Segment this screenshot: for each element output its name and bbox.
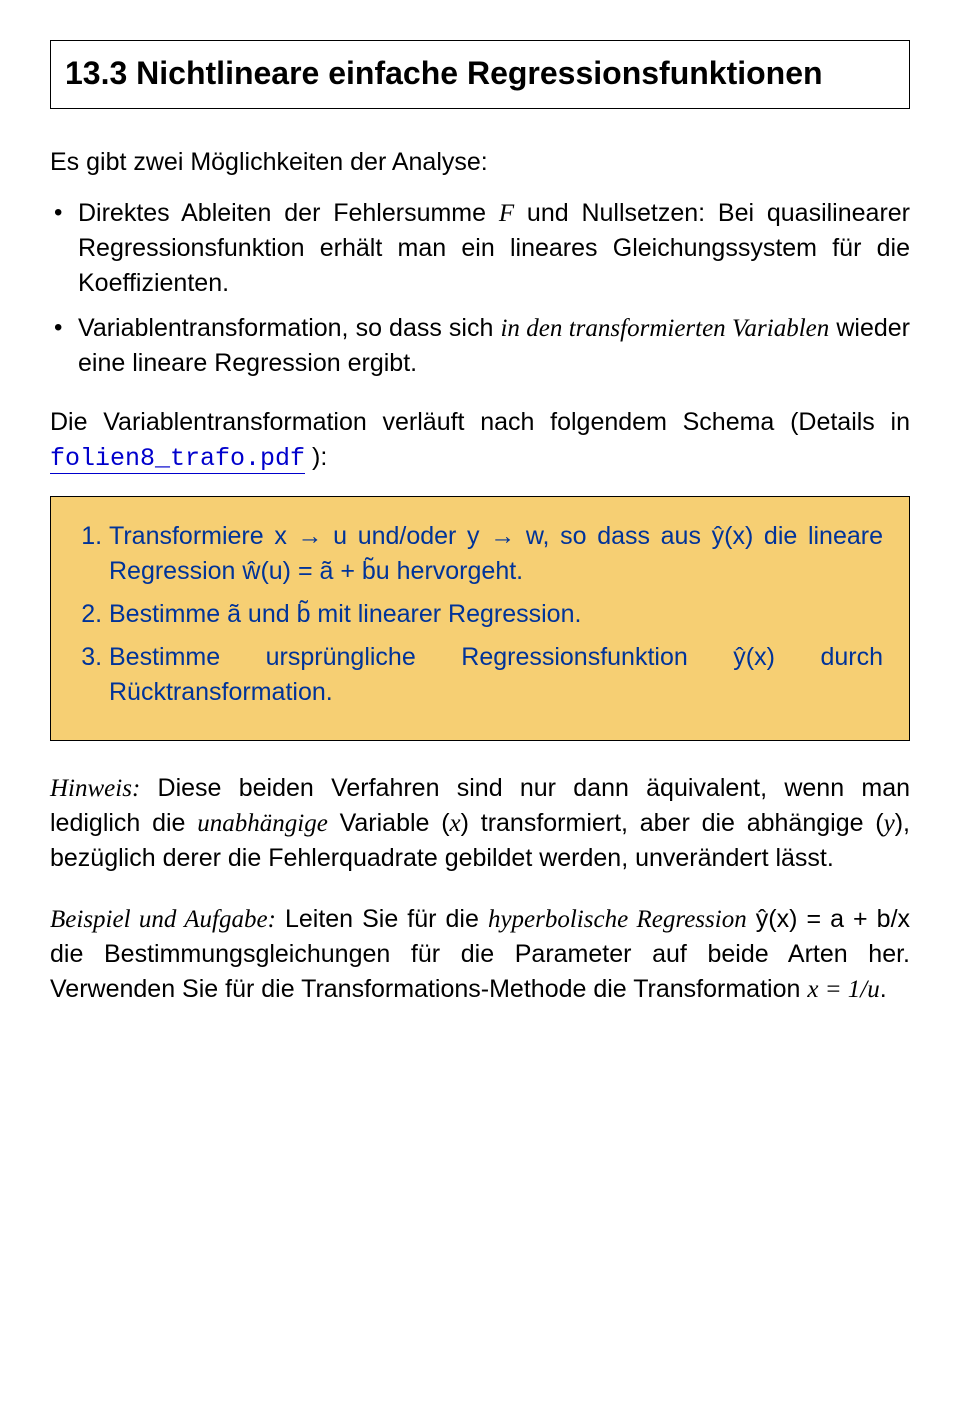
beispiel-a: Leiten Sie für die [276,905,488,933]
step-3: Bestimme ursprüngliche Regressionsfunkti… [109,640,883,710]
bullet2-text-a: Variablentransformation, so dass sich [78,314,500,342]
beispiel-paragraph: Beispiel und Aufgabe: Leiten Sie für die… [50,902,910,1007]
step-2: Bestimme ã und b̃ mit linearer Regressio… [109,597,883,632]
beispiel-math: x = 1/u [807,976,879,1003]
step-2-text: Bestimme ã und b̃ mit linearer Regressio… [109,600,581,628]
hinweis-c: ) transformiert, aber die abhängige ( [461,809,884,837]
hinweis-label: Hinweis: [50,775,140,802]
schema-intro-a: Die Variablentransformation verläuft nac… [50,408,910,436]
section-title: 13.3 Nichtlineare einfache Regressionsfu… [65,51,895,96]
bullet-direct-derivation: Direktes Ableiten der Fehlersumme F und … [50,196,910,301]
bullet-variable-transformation: Variablentransformation, so dass sich in… [50,311,910,381]
hinweis-y: y [884,810,895,837]
step-1-text: Transformiere x → u und/oder y → w, so d… [109,522,883,585]
beispiel-c: . [880,975,887,1003]
step-3-text: Bestimme ursprüngliche Regressionsfunkti… [109,643,883,706]
analysis-methods-list: Direktes Ableiten der Fehlersumme F und … [50,196,910,381]
hinweis-x: x [450,810,461,837]
pdf-link[interactable]: folien8_trafo.pdf [50,444,305,474]
beispiel-label: Beispiel und Aufgabe: [50,906,276,933]
section-title-box: 13.3 Nichtlineare einfache Regressionsfu… [50,40,910,109]
beispiel-ital: hyperbolische Regression [488,906,747,933]
hinweis-ital1: unabhängige [197,810,328,837]
hinweis-paragraph: Hinweis: Diese beiden Verfahren sind nur… [50,771,910,876]
schema-intro-b: ): [305,443,327,471]
hinweis-b: Variable ( [328,809,450,837]
step-1: Transformiere x → u und/oder y → w, so d… [109,519,883,589]
schema-intro: Die Variablentransformation verläuft nac… [50,405,910,476]
intro-text: Es gibt zwei Möglichkeiten der Analyse: [50,145,910,180]
transformation-steps-box: Transformiere x → u und/oder y → w, so d… [50,496,910,741]
bullet1-text-a: Direktes Ableiten der Fehlersumme [78,199,499,227]
steps-list: Transformiere x → u und/oder y → w, so d… [77,519,883,710]
symbol-F: F [499,200,514,227]
bullet2-italic: in den transformierten Variablen [500,315,829,342]
